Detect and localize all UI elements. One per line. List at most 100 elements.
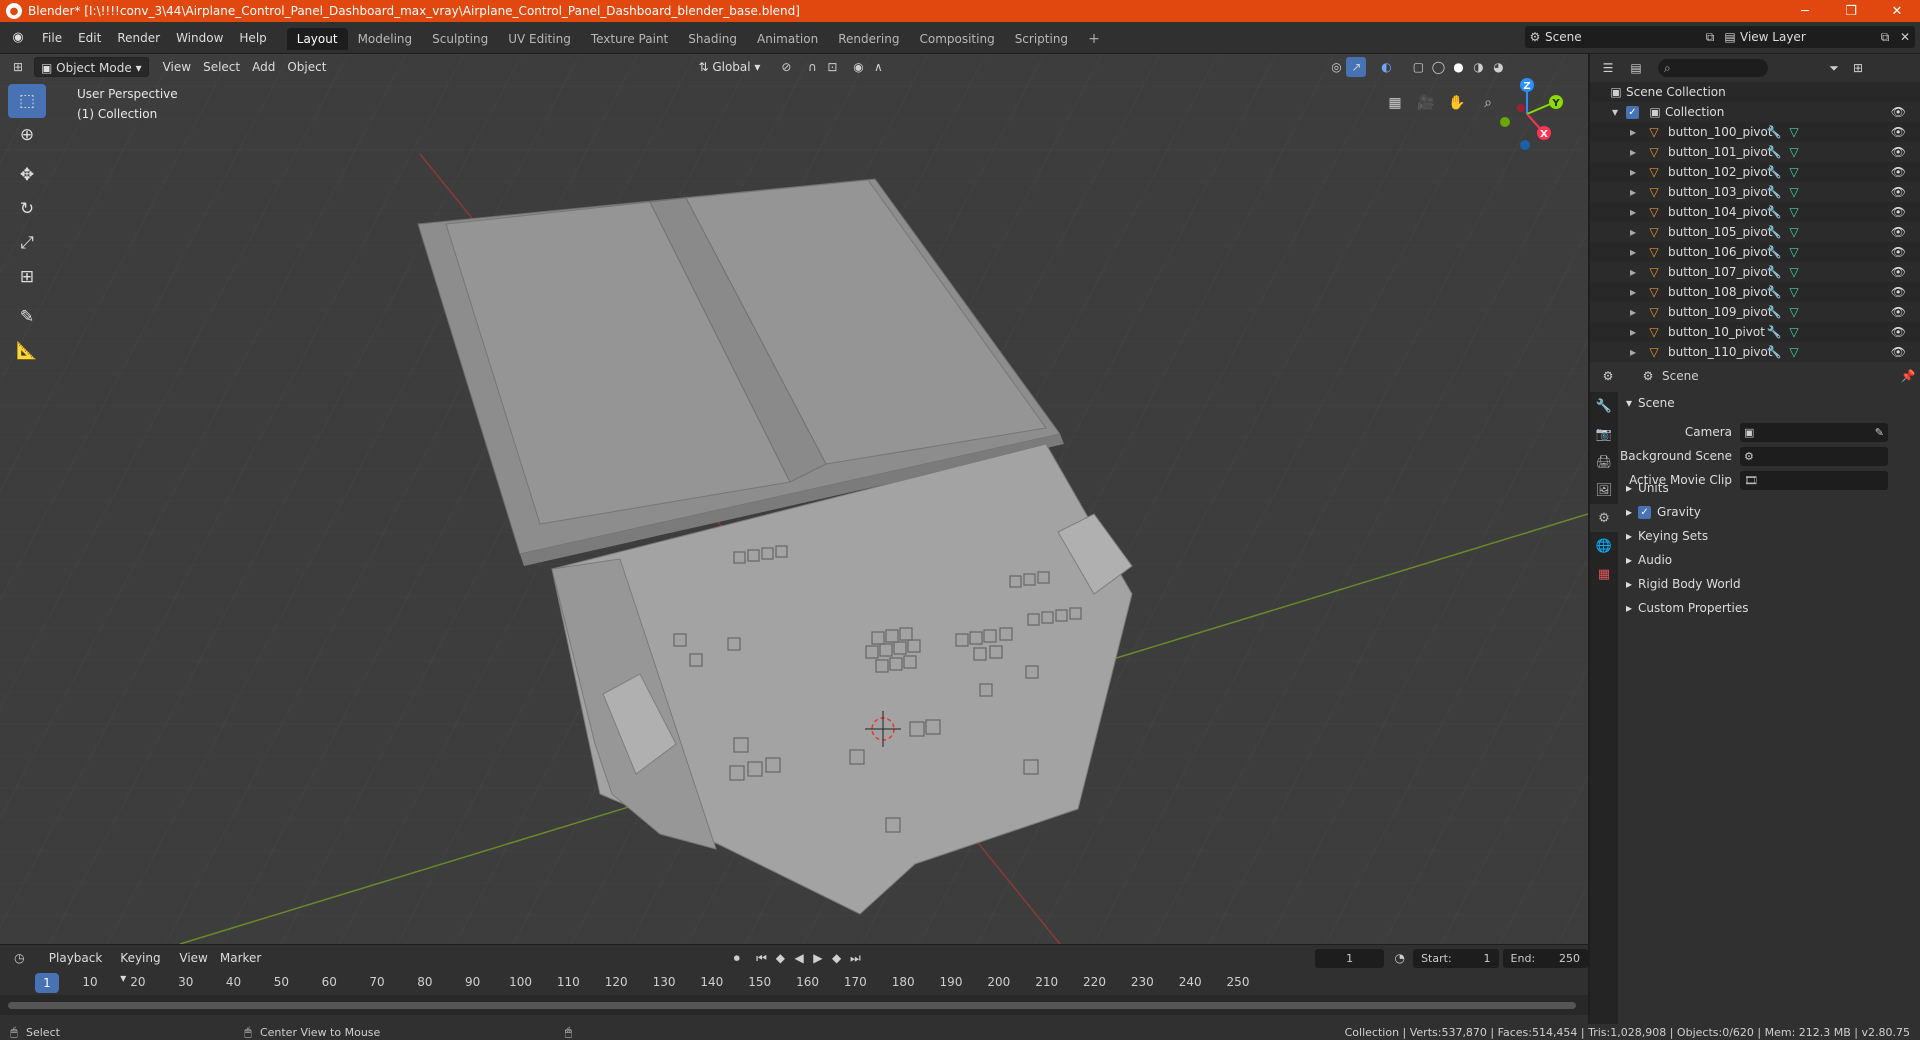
modifier-wrench-icon[interactable]: 🔧	[1764, 322, 1784, 342]
collection-checkbox[interactable]: ✓	[1626, 105, 1639, 119]
outliner-object-row[interactable]: ▸ ▽ button_101_pivot 🔧 ▽ 👁	[1590, 142, 1920, 162]
select-box-tool-icon[interactable]: ⬚	[8, 84, 46, 118]
viewport-menu-select[interactable]: Select	[197, 57, 246, 77]
navigation-gizmo[interactable]: Z Y X	[1487, 72, 1567, 152]
tab-compositing[interactable]: Compositing	[909, 28, 1004, 50]
scene-selector[interactable]: ⚙ Scene ⧉ ✕	[1525, 26, 1740, 48]
expand-arrow-icon[interactable]: ▸	[1630, 225, 1644, 239]
modifier-wrench-icon[interactable]: 🔧	[1764, 202, 1784, 222]
texture-tab-icon[interactable]: ▦	[1590, 560, 1618, 588]
visibility-eye-icon[interactable]: 👁	[1891, 185, 1906, 199]
keying-sets-panel-header[interactable]: ▸ Keying Sets	[1620, 524, 1920, 548]
outliner-editor-type-icon[interactable]: ☰	[1598, 58, 1618, 78]
jump-end-icon[interactable]: ⏭	[846, 948, 865, 968]
display-mode-icon[interactable]: ▤	[1626, 58, 1646, 78]
tab-scripting[interactable]: Scripting	[1005, 28, 1078, 50]
play-reverse-icon[interactable]: ◀	[790, 948, 809, 968]
tool-tab-icon[interactable]: 🔧	[1590, 392, 1618, 420]
mesh-data-icon[interactable]: ▽	[1784, 262, 1804, 282]
expand-arrow-icon[interactable]: ▸	[1630, 185, 1644, 199]
outliner-object-row[interactable]: ▸ ▽ button_100_pivot 🔧 ▽ 👁	[1590, 122, 1920, 142]
new-view-layer-icon[interactable]: ⧉	[1875, 27, 1895, 47]
visibility-eye-icon[interactable]: 👁	[1891, 165, 1906, 179]
outliner-object-row[interactable]: ▸ ▽ button_104_pivot 🔧 ▽ 👁	[1590, 202, 1920, 222]
cursor-tool-icon[interactable]: ⊕	[8, 118, 46, 152]
pin-icon[interactable]: 📌	[1898, 366, 1918, 386]
rigid-body-world-panel-header[interactable]: ▸ Rigid Body World	[1620, 572, 1920, 596]
snap-target-icon[interactable]: ⊡	[822, 57, 842, 77]
camera-view-icon[interactable]: 🎥	[1413, 90, 1439, 116]
modifier-wrench-icon[interactable]: 🔧	[1764, 162, 1784, 182]
visibility-icon[interactable]: ◎	[1326, 57, 1346, 77]
material-shading-icon[interactable]: ◑	[1468, 57, 1488, 77]
modifier-wrench-icon[interactable]: 🔧	[1764, 282, 1784, 302]
tab-animation[interactable]: Animation	[747, 28, 828, 50]
background-scene-field[interactable]: ⚙	[1740, 446, 1888, 466]
outliner-object-row[interactable]: ▸ ▽ button_108_pivot 🔧 ▽ 👁	[1590, 282, 1920, 302]
timeline-track[interactable]	[0, 995, 1588, 1015]
transform-tool-icon[interactable]: ⊞	[8, 260, 46, 294]
modifier-wrench-icon[interactable]: 🔧	[1764, 342, 1784, 362]
timeline-menu-keying[interactable]: Keying ▾	[114, 948, 173, 985]
visibility-eye-icon[interactable]: 👁	[1891, 145, 1906, 159]
menu-render[interactable]: Render	[109, 27, 168, 49]
jump-start-icon[interactable]: ⏮	[752, 948, 771, 968]
timeline-menu-marker[interactable]: Marker	[214, 948, 267, 968]
properties-editor-type-icon[interactable]: ⚙	[1598, 366, 1618, 386]
expand-arrow-icon[interactable]: ▸	[1630, 345, 1644, 359]
outliner-collection[interactable]: ▾ ✓ ▣ Collection 👁	[1590, 102, 1920, 122]
timeline-menu-view[interactable]: View	[173, 948, 213, 968]
modifier-wrench-icon[interactable]: 🔧	[1764, 242, 1784, 262]
timeline-ruler[interactable]: 1 10 20 30 40 50 60 70 80 90 100 110 120 130 140 150 160…	[8, 973, 1578, 995]
output-tab-icon[interactable]: 🖨	[1590, 448, 1618, 476]
mesh-data-icon[interactable]: ▽	[1784, 202, 1804, 222]
outliner-object-row[interactable]: ▸ ▽ button_105_pivot 🔧 ▽ 👁	[1590, 222, 1920, 242]
outliner-scene-collection[interactable]: ▣ Scene Collection	[1590, 82, 1920, 102]
menu-help[interactable]: Help	[231, 27, 274, 49]
mesh-data-icon[interactable]: ▽	[1784, 182, 1804, 202]
current-frame-indicator[interactable]: 1	[35, 973, 59, 993]
move-tool-icon[interactable]: ✥	[8, 158, 46, 192]
viewport-menu-add[interactable]: Add	[246, 57, 281, 77]
prev-keyframe-icon[interactable]: ◆	[771, 948, 790, 968]
expand-arrow-icon[interactable]: ▸	[1630, 305, 1644, 319]
annotate-tool-icon[interactable]: ✎	[8, 300, 46, 334]
3d-viewport[interactable]: ⊞ ▣ Object Mode ▾ View Select Add Object…	[0, 54, 1588, 944]
rotate-tool-icon[interactable]: ↻	[8, 192, 46, 226]
wireframe-shading-icon[interactable]: ◯	[1428, 57, 1448, 77]
tab-texture-paint[interactable]: Texture Paint	[581, 28, 678, 50]
record-icon[interactable]: ⏺	[727, 948, 746, 968]
viewport-menu-view[interactable]: View	[157, 57, 197, 77]
modifier-wrench-icon[interactable]: 🔧	[1764, 262, 1784, 282]
viewport-menu-object[interactable]: Object	[281, 57, 332, 77]
editor-type-icon[interactable]: ⊞	[8, 57, 28, 77]
outliner-object-row[interactable]: ▸ ▽ button_102_pivot 🔧 ▽ 👁	[1590, 162, 1920, 182]
current-frame-field[interactable]: 1	[1314, 948, 1385, 968]
visibility-eye-icon[interactable]: 👁	[1891, 325, 1906, 339]
visibility-eye-icon[interactable]: 👁	[1891, 265, 1906, 279]
mesh-data-icon[interactable]: ▽	[1784, 242, 1804, 262]
end-frame-field[interactable]: End: 250	[1502, 948, 1589, 968]
outliner-object-row[interactable]: ▸ ▽ button_109_pivot 🔧 ▽ 👁	[1590, 302, 1920, 322]
modifier-wrench-icon[interactable]: 🔧	[1764, 222, 1784, 242]
minimize-button[interactable]: ─	[1782, 0, 1828, 22]
gravity-panel-header[interactable]: ▸ ✓ Gravity	[1620, 500, 1920, 524]
modifier-wrench-icon[interactable]: 🔧	[1764, 302, 1784, 322]
menu-file[interactable]: File	[34, 27, 70, 49]
tab-shading[interactable]: Shading	[678, 28, 747, 50]
visibility-eye-icon[interactable]: 👁	[1891, 225, 1906, 239]
mesh-data-icon[interactable]: ▽	[1784, 122, 1804, 142]
expand-arrow-icon[interactable]: ▾	[1612, 105, 1626, 119]
perspective-toggle-icon[interactable]: ▦	[1382, 90, 1408, 116]
modifier-wrench-icon[interactable]: 🔧	[1764, 142, 1784, 162]
visibility-eye-icon[interactable]: 👁	[1891, 305, 1906, 319]
timeline-editor-type-icon[interactable]: ◷	[10, 948, 29, 968]
mesh-data-icon[interactable]: ▽	[1784, 322, 1804, 342]
modifier-wrench-icon[interactable]: 🔧	[1764, 122, 1784, 142]
mesh-data-icon[interactable]: ▽	[1784, 222, 1804, 242]
outliner-object-row[interactable]: ▸ ▽ button_107_pivot 🔧 ▽ 👁	[1590, 262, 1920, 282]
add-workspace-button[interactable]: +	[1078, 28, 1110, 50]
view-layer-selector[interactable]: ▤ View Layer ⧉ ✕	[1720, 26, 1915, 48]
scene-tab-icon[interactable]: ⚙	[1590, 504, 1618, 532]
scene-panel-header[interactable]: ▾ Scene	[1620, 392, 1920, 414]
